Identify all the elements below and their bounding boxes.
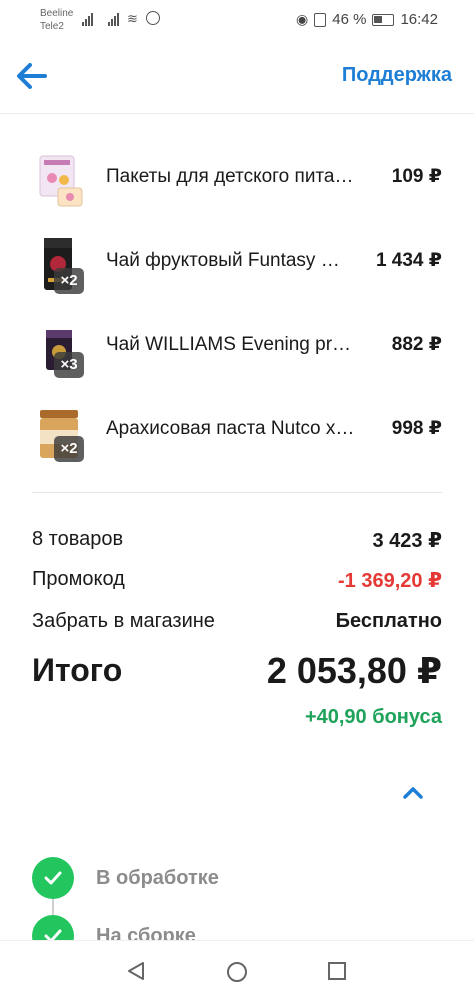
order-item[interactable]: Пакеты для детского пита… 109 ₽: [0, 138, 474, 222]
clock: 16:42: [400, 11, 438, 28]
item-price: 998 ₽: [391, 418, 442, 439]
item-name: Чай фруктовый Funtasy …: [106, 250, 340, 271]
status-step: В обработке: [32, 857, 442, 899]
order-item[interactable]: ×2 Арахисовая паста Nutco х… 998 ₽: [0, 390, 474, 474]
battery-icon: [372, 13, 395, 26]
item-name: Пакеты для детского пита…: [106, 166, 354, 187]
quantity-badge: ×2: [54, 436, 84, 462]
order-items-list: Пакеты для детского пита… 109 ₽ ×2 Чай ф…: [0, 138, 474, 474]
pickup-label: Забрать в магазине: [32, 610, 215, 632]
vibrate-icon: [314, 12, 327, 27]
items-subtotal: 3 423 ₽: [372, 530, 442, 552]
signal-2-icon: [108, 12, 119, 26]
pickup-value: Бесплатно: [335, 610, 442, 632]
circle-home-icon[interactable]: [226, 961, 248, 988]
eye-icon: ◉: [296, 11, 309, 27]
total-label: Итого: [32, 652, 123, 688]
signal-1-icon: [82, 12, 93, 26]
promo-label: Промокод: [32, 568, 125, 590]
chevron-up-icon[interactable]: [400, 783, 426, 803]
carrier-names: Beeline Tele2: [40, 7, 73, 33]
carrier-2: Tele2: [40, 21, 64, 32]
items-count-row: 8 товаров 3 423 ₽: [32, 528, 442, 556]
arrow-left-icon[interactable]: [16, 62, 48, 90]
triangle-back-icon[interactable]: [126, 961, 146, 986]
support-link[interactable]: Поддержка: [342, 64, 452, 87]
item-price: 882 ₽: [391, 334, 442, 355]
status-bar: Beeline Tele2 ≋ ◉ 46 % 16:42: [0, 0, 474, 40]
wifi-icon: ≋: [127, 11, 138, 26]
quantity-badge: ×2: [54, 268, 84, 294]
order-item[interactable]: ×3 Чай WILLIAMS Evening pr… 882 ₽: [0, 306, 474, 390]
whatsapp-icon: [146, 11, 160, 25]
item-price: 109 ₽: [391, 166, 442, 187]
status-step-label: В обработке: [96, 867, 219, 889]
bonus-points: +40,90 бонуса: [304, 706, 442, 728]
item-name: Чай WILLIAMS Evening pr…: [106, 334, 352, 355]
quantity-badge: ×3: [54, 352, 84, 378]
status-right: ◉ 46 % 16:42: [296, 11, 438, 28]
square-recents-icon[interactable]: [327, 961, 347, 986]
items-count-label: 8 товаров: [32, 528, 124, 550]
battery-percent: 46 %: [332, 11, 367, 28]
product-image: [34, 150, 86, 210]
order-item[interactable]: ×2 Чай фруктовый Funtasy … 1 434 ₽: [0, 222, 474, 306]
system-nav-bar: [0, 940, 474, 1000]
pickup-row: Забрать в магазине Бесплатно: [32, 610, 442, 638]
item-price: 1 434 ₽: [375, 250, 442, 271]
total-value: 2 053,80 ₽: [266, 650, 442, 691]
check-icon: [32, 857, 74, 899]
app-header: Поддержка: [0, 40, 474, 114]
item-name: Арахисовая паста Nutco х…: [106, 418, 355, 439]
carrier-1: Beeline: [40, 8, 74, 19]
promo-discount: -1 369,20 ₽: [338, 570, 442, 592]
divider: [32, 492, 442, 493]
total-row: Итого 2 053,80 ₽: [32, 650, 442, 694]
promo-row: Промокод -1 369,20 ₽: [32, 568, 442, 596]
